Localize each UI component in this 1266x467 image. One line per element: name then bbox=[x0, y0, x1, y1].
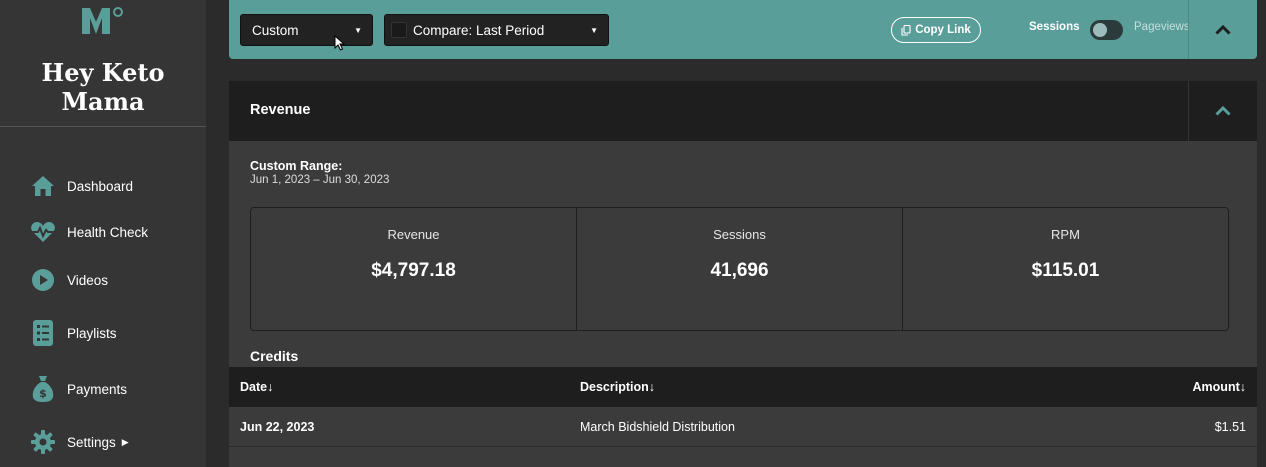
sidebar-item-playlists[interactable]: Playlists bbox=[30, 318, 117, 348]
sidebar-item-label: Videos bbox=[67, 272, 109, 288]
range-value: Jun 1, 2023 – Jun 30, 2023 bbox=[250, 174, 390, 186]
brand-line-1: Hey Keto bbox=[41, 58, 165, 87]
sidebar-item-settings[interactable]: Settings ▶ bbox=[30, 427, 129, 457]
sort-date-header[interactable]: Date↓ bbox=[240, 380, 273, 394]
home-icon bbox=[30, 173, 56, 199]
play-icon bbox=[30, 267, 56, 293]
sidebar-item-label: Settings bbox=[67, 434, 116, 450]
copy-icon bbox=[901, 24, 911, 36]
stat-value: $115.01 bbox=[1031, 260, 1100, 281]
toolbar-collapse-button[interactable] bbox=[1189, 0, 1257, 59]
sidebar-divider bbox=[0, 126, 206, 127]
compare-select[interactable]: Compare: Last Period ▼ bbox=[384, 14, 609, 46]
date-range-select[interactable]: Custom ▼ bbox=[240, 14, 373, 46]
brand-name[interactable]: Hey Keto Mama bbox=[0, 58, 206, 116]
filter-toolbar: Custom ▼ Compare: Last Period ▼ Copy Lin… bbox=[229, 0, 1257, 59]
panel-title: Revenue bbox=[250, 102, 311, 118]
brand-line-2: Mama bbox=[61, 87, 145, 116]
gear-icon bbox=[30, 429, 56, 455]
stat-value: 41,696 bbox=[710, 260, 769, 281]
panel-collapse-button[interactable] bbox=[1189, 81, 1257, 141]
sort-amount-header[interactable]: Amount↓ bbox=[1193, 380, 1246, 394]
sidebar-item-payments[interactable]: $ Payments bbox=[30, 374, 127, 404]
main-content: Custom ▼ Compare: Last Period ▼ Copy Lin… bbox=[206, 0, 1266, 467]
stat-rpm: RPM $115.01 bbox=[903, 208, 1228, 330]
stats-summary: Revenue $4,797.18 Sessions 41,696 RPM $1… bbox=[250, 207, 1229, 331]
stat-revenue: Revenue $4,797.18 bbox=[251, 208, 577, 330]
compare-checkbox[interactable] bbox=[391, 22, 407, 38]
chevron-down-icon: ▼ bbox=[354, 26, 362, 35]
date-range-value: Custom bbox=[252, 22, 299, 38]
mouse-cursor-icon bbox=[334, 35, 346, 51]
row-date: Jun 22, 2023 bbox=[240, 420, 315, 434]
credits-table: Date↓ Description↓ Amount↓ Jun 22, 2023 … bbox=[229, 367, 1257, 447]
chevron-down-icon: ▼ bbox=[590, 26, 598, 35]
brand-logo-icon bbox=[82, 7, 123, 34]
toggle-knob bbox=[1093, 23, 1107, 37]
table-row: Jun 22, 2023 March Bidshield Distributio… bbox=[229, 407, 1257, 447]
sidebar: Hey Keto Mama Dashboard Health Check Vid… bbox=[0, 0, 206, 467]
sidebar-item-videos[interactable]: Videos bbox=[30, 265, 108, 295]
row-amount: $1.51 bbox=[1214, 420, 1246, 434]
sidebar-item-label: Payments bbox=[67, 381, 128, 397]
sidebar-item-dashboard[interactable]: Dashboard bbox=[30, 171, 133, 201]
toggle-label-pageviews[interactable]: Pageviews bbox=[1134, 21, 1190, 33]
sidebar-item-label: Dashboard bbox=[67, 178, 134, 194]
panel-header: Revenue bbox=[229, 81, 1257, 141]
sessions-pageviews-toggle[interactable] bbox=[1090, 20, 1123, 40]
money-bag-icon: $ bbox=[30, 376, 56, 402]
copy-link-button[interactable]: Copy Link bbox=[891, 17, 981, 43]
revenue-panel: Revenue Custom Range: Jun 1, 2023 – Jun … bbox=[229, 81, 1257, 467]
svg-text:$: $ bbox=[39, 387, 47, 400]
stat-label: Revenue bbox=[387, 227, 440, 242]
stat-label: RPM bbox=[1051, 227, 1080, 242]
copy-link-label: Copy Link bbox=[915, 24, 971, 36]
credits-title: Credits bbox=[250, 348, 299, 364]
sidebar-item-health-check[interactable]: Health Check bbox=[30, 217, 148, 247]
chevron-right-icon: ▶ bbox=[121, 436, 129, 447]
stat-value: $4,797.18 bbox=[371, 260, 456, 281]
sidebar-item-label: Health Check bbox=[67, 224, 149, 240]
heart-pulse-icon bbox=[30, 219, 56, 245]
chevron-up-icon bbox=[1215, 24, 1231, 35]
stat-label: Sessions bbox=[713, 227, 766, 242]
range-label: Custom Range: bbox=[250, 159, 343, 173]
sidebar-item-label: Playlists bbox=[67, 325, 117, 341]
compare-value: Compare: Last Period bbox=[413, 22, 545, 38]
row-description: March Bidshield Distribution bbox=[580, 420, 735, 434]
chevron-up-icon bbox=[1215, 106, 1231, 116]
table-header: Date↓ Description↓ Amount↓ bbox=[229, 367, 1257, 407]
sort-description-header[interactable]: Description↓ bbox=[580, 380, 655, 394]
toggle-label-sessions[interactable]: Sessions bbox=[1029, 21, 1080, 33]
stat-sessions: Sessions 41,696 bbox=[577, 208, 903, 330]
list-icon bbox=[30, 320, 56, 346]
